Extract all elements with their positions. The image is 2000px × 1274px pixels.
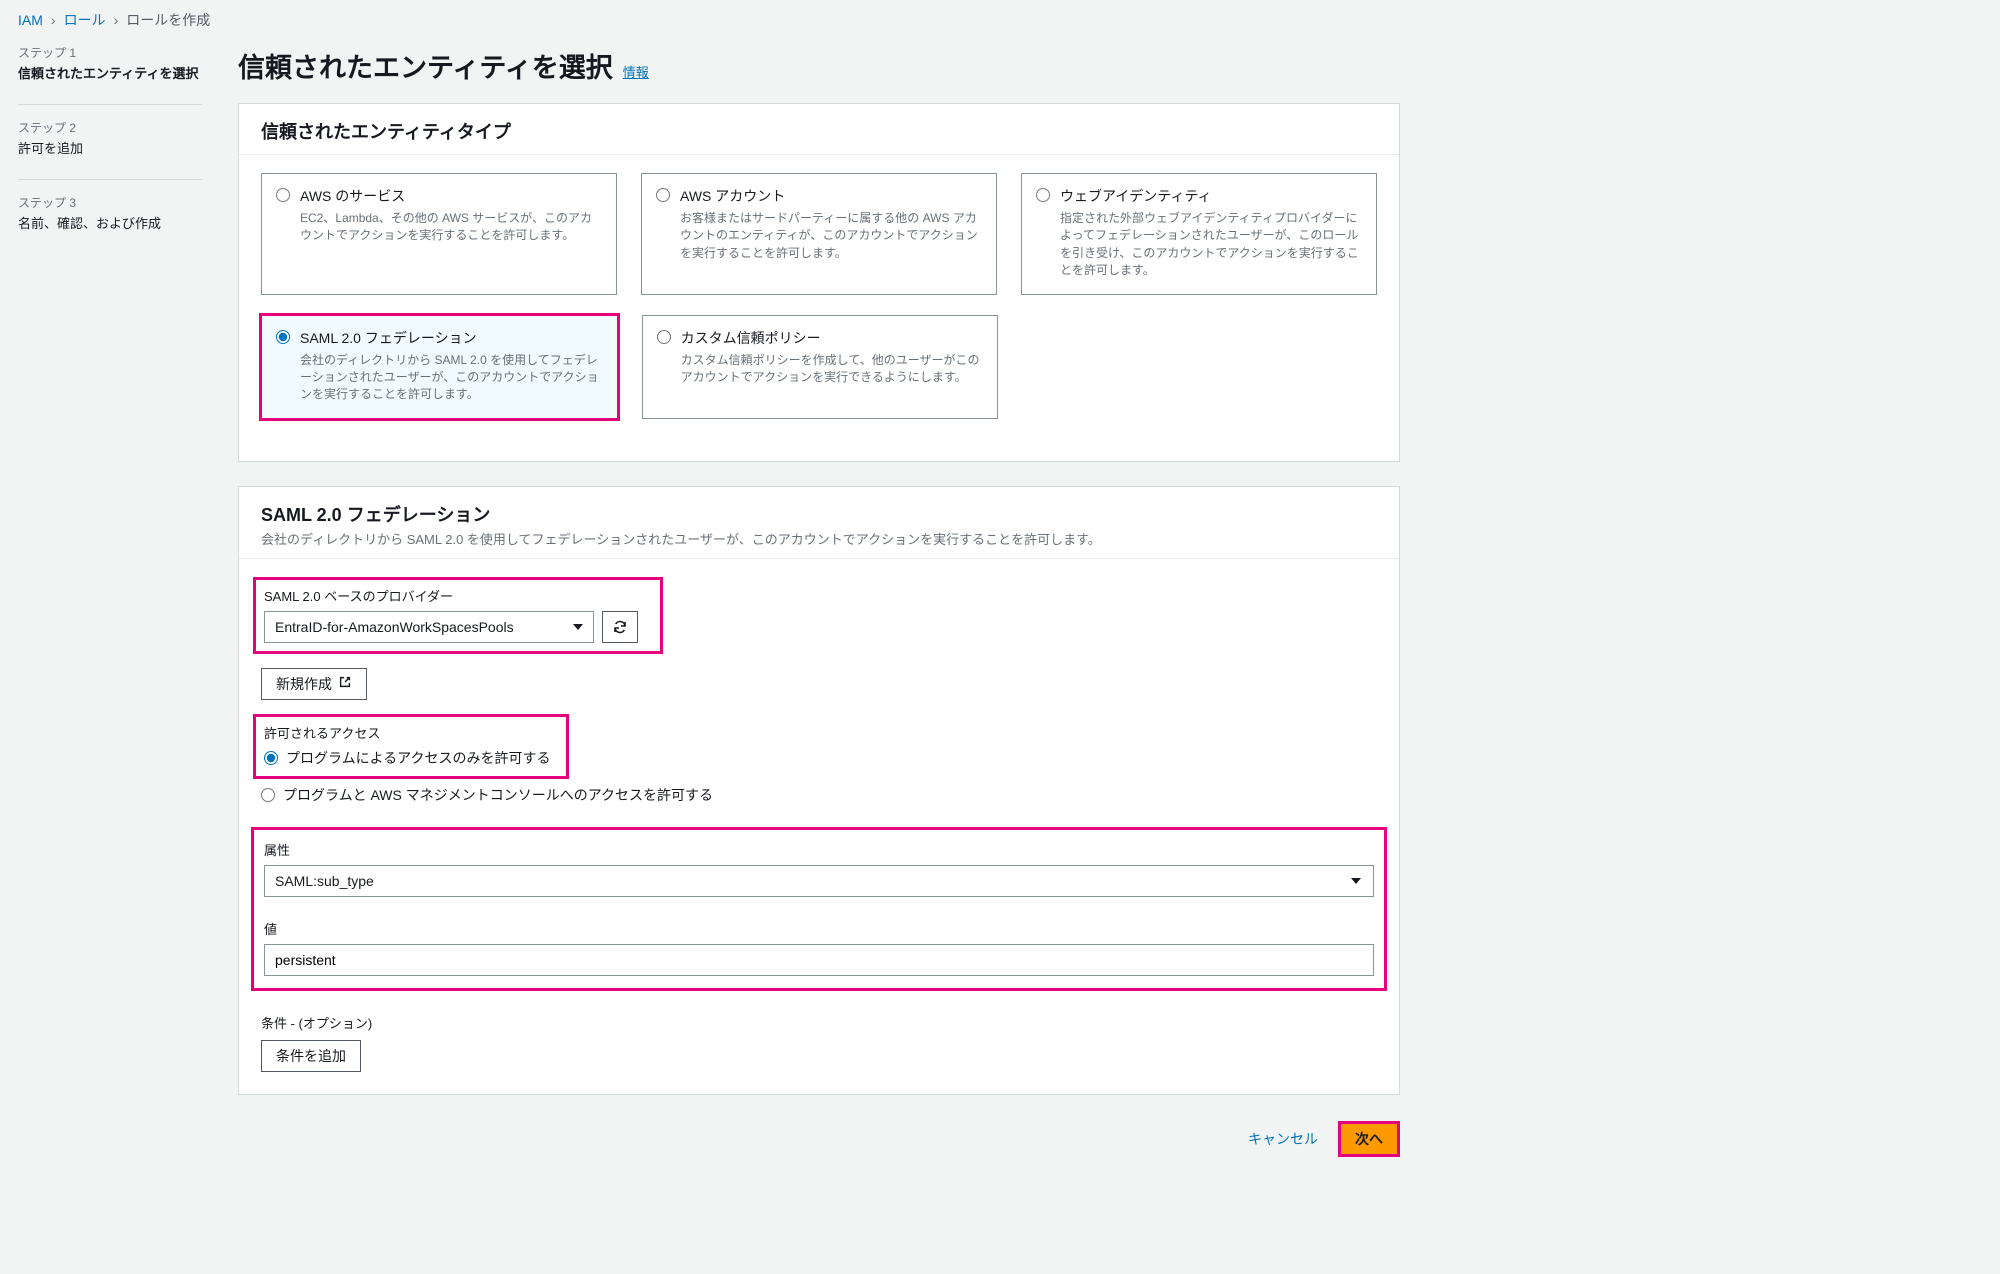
breadcrumb: IAM › ロール › ロールを作成 — [0, 0, 1400, 38]
cancel-button[interactable]: キャンセル — [1234, 1123, 1332, 1155]
breadcrumb-iam[interactable]: IAM — [18, 12, 43, 28]
refresh-icon — [612, 619, 628, 635]
saml-config-panel: SAML 2.0 フェデレーション 会社のディレクトリから SAML 2.0 を… — [238, 486, 1400, 1095]
value-input[interactable] — [264, 944, 1374, 976]
entity-tile-saml-federation[interactable]: SAML 2.0 フェデレーション 会社のディレクトリから SAML 2.0 を… — [261, 315, 618, 419]
step-3-label: ステップ 3 — [18, 194, 202, 211]
footer-actions: キャンセル 次へ — [238, 1119, 1400, 1179]
entity-tile-web-identity[interactable]: ウェブアイデンティティ 指定された外部ウェブアイデンティティプロバイダーによって… — [1021, 173, 1377, 295]
next-button[interactable]: 次へ — [1340, 1123, 1398, 1155]
step-1-label: ステップ 1 — [18, 44, 202, 61]
add-condition-button[interactable]: 条件を追加 — [261, 1040, 361, 1072]
radio-custom-trust-policy[interactable] — [657, 330, 671, 344]
radio-saml-federation[interactable] — [276, 330, 290, 344]
refresh-button[interactable] — [602, 611, 638, 643]
entity-type-heading: 信頼されたエンティティタイプ — [261, 118, 1377, 144]
step-2-title: 許可を追加 — [18, 138, 202, 157]
allowed-access-label: 許可されるアクセス — [264, 723, 550, 742]
saml-config-subtitle: 会社のディレクトリから SAML 2.0 を使用してフェデレーションされたユーザ… — [261, 529, 1377, 548]
attribute-label: 属性 — [264, 840, 1374, 859]
attribute-select[interactable]: SAML:sub_type — [264, 865, 1374, 897]
external-link-icon — [338, 675, 352, 692]
entity-type-panel: 信頼されたエンティティタイプ AWS のサービス EC2、Lambda、その他の… — [238, 103, 1400, 462]
step-3-title: 名前、確認、および作成 — [18, 213, 202, 232]
info-link[interactable]: 情報 — [623, 62, 649, 81]
breadcrumb-current: ロールを作成 — [126, 10, 210, 30]
create-new-provider-button[interactable]: 新規作成 — [261, 668, 367, 700]
conditions-label: 条件 - (オプション) — [261, 1013, 1377, 1032]
value-label: 値 — [264, 919, 1374, 938]
access-option-programmatic[interactable]: プログラムによるアクセスのみを許可する — [264, 748, 550, 768]
page-title: 信頼されたエンティティを選択 情報 — [238, 46, 649, 85]
chevron-down-icon — [1351, 878, 1361, 884]
radio-aws-service[interactable] — [276, 188, 290, 202]
chevron-right-icon: › — [51, 12, 56, 28]
entity-tile-aws-service[interactable]: AWS のサービス EC2、Lambda、その他の AWS サービスが、このアカ… — [261, 173, 617, 295]
entity-tile-aws-account[interactable]: AWS アカウント お客様またはサードパーティーに属する他の AWS アカウント… — [641, 173, 997, 295]
radio-access-programmatic[interactable] — [264, 751, 278, 765]
radio-aws-account[interactable] — [656, 188, 670, 202]
step-1-title: 信頼されたエンティティを選択 — [18, 63, 202, 82]
saml-provider-select[interactable]: EntraID-for-AmazonWorkSpacesPools — [264, 611, 594, 643]
chevron-right-icon: › — [114, 12, 119, 28]
saml-provider-label: SAML 2.0 ベースのプロバイダー — [264, 586, 652, 605]
access-option-programmatic-console[interactable]: プログラムと AWS マネジメントコンソールへのアクセスを許可する — [261, 785, 1377, 805]
chevron-down-icon — [573, 624, 583, 630]
wizard-steps-sidebar: ステップ 1 信頼されたエンティティを選択 ステップ 2 許可を追加 ステップ … — [0, 38, 220, 1179]
radio-web-identity[interactable] — [1036, 188, 1050, 202]
breadcrumb-roles[interactable]: ロール — [64, 10, 106, 30]
entity-tile-custom-trust-policy[interactable]: カスタム信頼ポリシー カスタム信頼ポリシーを作成して、他のユーザーがこのアカウン… — [642, 315, 999, 419]
radio-access-programmatic-console[interactable] — [261, 788, 275, 802]
step-2-label: ステップ 2 — [18, 119, 202, 136]
saml-config-heading: SAML 2.0 フェデレーション — [261, 501, 1377, 527]
